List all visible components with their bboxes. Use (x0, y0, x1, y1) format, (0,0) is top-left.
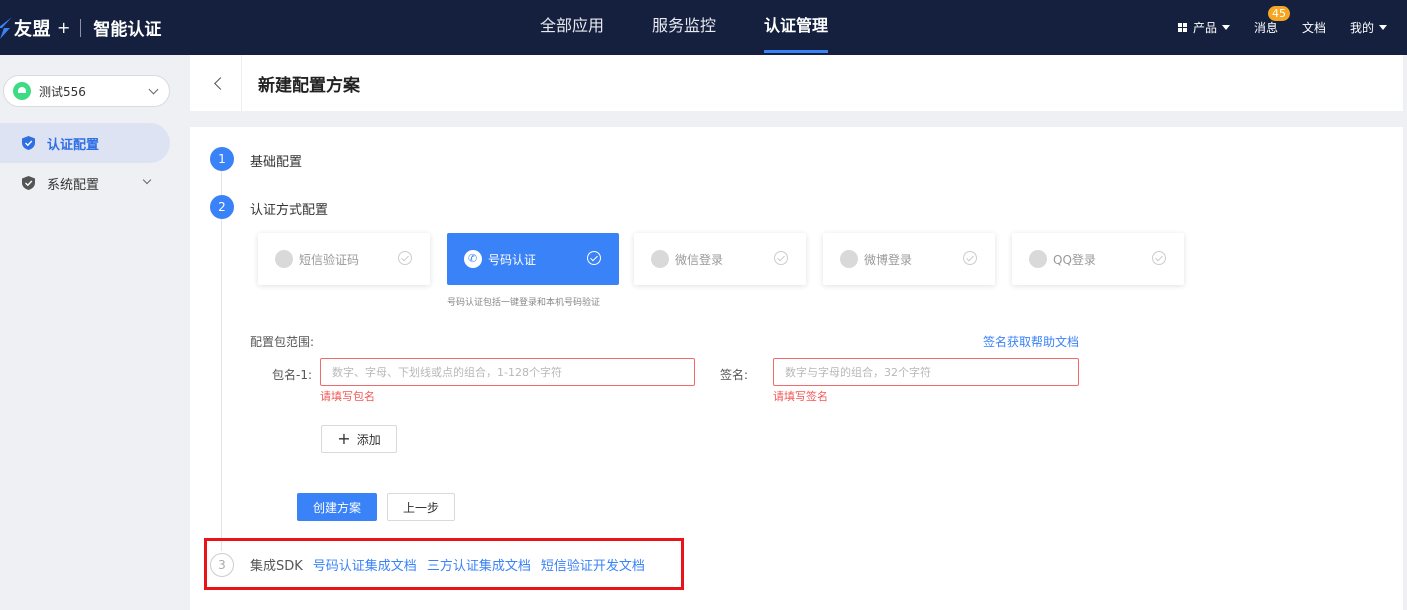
products-label: 产品 (1193, 21, 1218, 35)
check-circle-icon (963, 251, 977, 265)
check-circle-icon (1152, 251, 1166, 265)
right-nav: 产品 消息 45 文档 我的 (1178, 0, 1407, 55)
plus-icon: + (337, 429, 351, 448)
signature-label: 签名: (720, 368, 749, 382)
mine-label: 我的 (1350, 21, 1375, 35)
messages-badge: 45 (1268, 6, 1291, 21)
method-label: QQ登录 (1053, 252, 1096, 267)
step-2-indicator: 2 (210, 195, 234, 219)
sidebar-item-label: 认证配置 (47, 137, 100, 153)
app-selector-label: 测试556 (39, 84, 86, 99)
brand-plus: + (57, 18, 71, 37)
messages-link[interactable]: 消息 45 (1254, 6, 1291, 36)
sidebar-item-label: 系统配置 (47, 177, 100, 193)
previous-step-button[interactable]: 上一步 (387, 493, 455, 521)
method-label: 短信验证码 (299, 252, 360, 267)
docs-label: 文档 (1302, 21, 1327, 35)
create-plan-button[interactable]: 创建方案 (297, 493, 377, 521)
step-1-label: 基础配置 (250, 155, 303, 170)
sidebar-item-system-config[interactable]: 系统配置 (0, 163, 170, 203)
method-number-auth[interactable]: ✆ 号码认证 (447, 233, 619, 285)
method-label: 微博登录 (864, 252, 913, 267)
weibo-icon (840, 250, 858, 268)
config-card: 1 基础配置 2 认证方式配置 短信验证码 ✆ 号码认证 微信登录 微博登录 Q… (190, 127, 1403, 610)
package-label: 包名-1: (272, 368, 313, 382)
back-button[interactable] (190, 55, 242, 111)
check-circle-icon (774, 251, 788, 265)
caret-down-icon (1222, 25, 1231, 30)
step-1-indicator: 1 (210, 147, 234, 171)
add-button-label: 添加 (356, 432, 381, 447)
method-wechat-login[interactable]: 微信登录 (634, 233, 806, 285)
method-weibo-login[interactable]: 微博登录 (823, 233, 995, 285)
caret-down-icon (1379, 25, 1388, 30)
check-circle-icon (398, 251, 412, 265)
check-circle-icon (587, 251, 601, 265)
sms-verify-doc-link[interactable]: 短信验证开发文档 (541, 555, 645, 574)
method-hint: 号码认证包括一键登录和本机号码验证 (447, 298, 601, 308)
step-connector (221, 171, 222, 551)
step-3-label: 集成SDK (250, 559, 303, 574)
sidebar: 测试556 认证配置 系统配置 (0, 55, 180, 610)
phone-icon (275, 250, 293, 268)
chevron-down-icon (148, 84, 159, 95)
package-name-input[interactable] (320, 358, 695, 386)
grid-icon (1178, 23, 1187, 32)
signature-input[interactable] (773, 358, 1079, 386)
nav-auth-management[interactable]: 认证管理 (764, 0, 829, 55)
page-title: 新建配置方案 (258, 75, 360, 96)
brand-name: 友盟 (14, 18, 51, 40)
signature-help-link[interactable]: 签名获取帮助文档 (983, 333, 1079, 350)
method-label: 号码认证 (488, 252, 537, 267)
shield-icon (22, 176, 35, 190)
products-menu[interactable]: 产品 (1178, 19, 1231, 36)
shield-icon (22, 136, 35, 150)
mine-menu[interactable]: 我的 (1350, 19, 1388, 36)
top-navbar: 友盟 + 智能认证 全部应用 服务监控 认证管理 产品 消息 45 文档 我的 (0, 0, 1407, 55)
umeng-logo-icon (0, 16, 12, 39)
app-selector[interactable]: 测试556 (3, 75, 170, 107)
product-name: 智能认证 (93, 20, 162, 40)
docs-link[interactable]: 文档 (1302, 19, 1326, 36)
step-2-label: 认证方式配置 (250, 203, 329, 218)
sidebar-item-auth-config[interactable]: 认证配置 (0, 123, 170, 163)
phone-icon: ✆ (464, 250, 482, 268)
brand[interactable]: 友盟 + 智能认证 (0, 0, 161, 55)
qq-icon (1029, 250, 1047, 268)
method-qq-login[interactable]: QQ登录 (1012, 233, 1184, 285)
number-auth-doc-link[interactable]: 号码认证集成文档 (313, 555, 417, 574)
add-package-button[interactable]: + 添加 (321, 425, 397, 453)
method-label: 微信登录 (675, 252, 724, 267)
sdk-links-row: 集成SDK 号码认证集成文档 三方认证集成文档 短信验证开发文档 (250, 555, 655, 574)
package-error: 请填写包名 (320, 390, 375, 403)
chevron-down-icon (142, 175, 152, 185)
android-icon (13, 82, 31, 100)
nav-all-apps[interactable]: 全部应用 (540, 0, 604, 55)
method-sms-code[interactable]: 短信验证码 (258, 233, 430, 285)
nav-service-monitor[interactable]: 服务监控 (652, 0, 716, 55)
third-party-auth-doc-link[interactable]: 三方认证集成文档 (427, 555, 531, 574)
signature-error: 请填写签名 (773, 390, 828, 403)
brand-divider (80, 18, 82, 37)
wechat-icon (651, 250, 669, 268)
messages-label: 消息 (1254, 21, 1279, 35)
page-header: 新建配置方案 (190, 55, 1403, 111)
scope-label: 配置包范围: (250, 335, 315, 349)
main-nav: 全部应用 服务监控 认证管理 (540, 0, 876, 55)
